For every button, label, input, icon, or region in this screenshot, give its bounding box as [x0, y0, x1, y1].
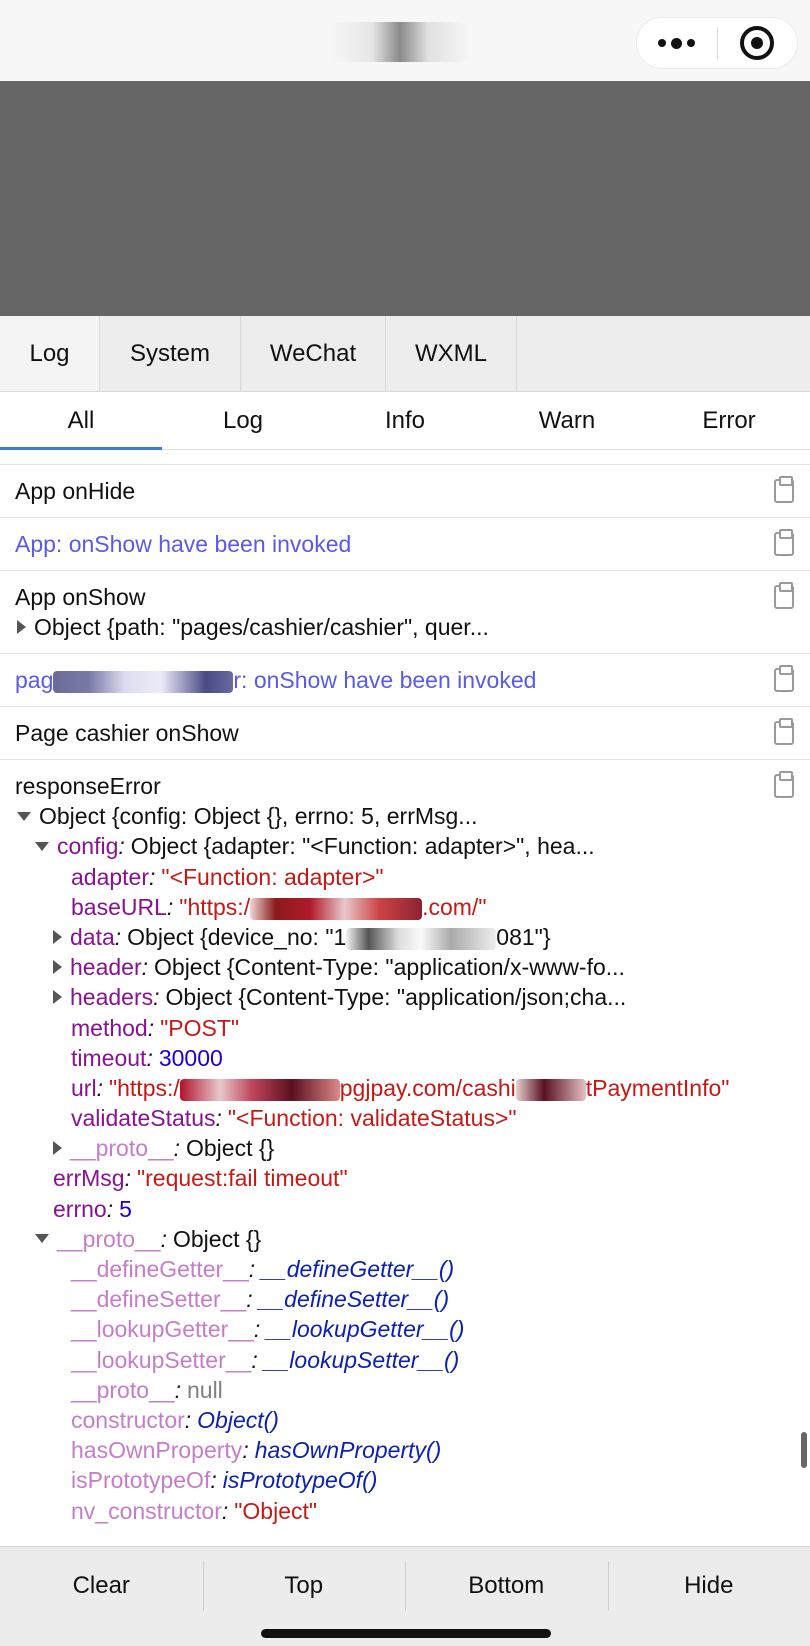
tree-node[interactable]: __proto__: Object {} [35, 1224, 750, 1254]
log-row-partial [0, 451, 810, 465]
tab-wxml[interactable]: WXML [386, 316, 517, 391]
copy-icon[interactable] [774, 476, 794, 503]
expand-arrow-icon[interactable] [53, 990, 62, 1005]
record-target-icon [740, 26, 775, 60]
copy-icon[interactable] [774, 771, 794, 799]
collapse-arrow-icon[interactable] [35, 841, 49, 851]
top-button[interactable]: Top [202, 1547, 406, 1625]
expand-arrow-icon[interactable] [17, 619, 26, 634]
tree-node[interactable]: headers: Object {Content-Type: "applicati… [53, 982, 750, 1012]
log-row: App onShow Object {path: "pages/cashier/… [0, 571, 810, 655]
filter-error[interactable]: Error [648, 392, 810, 449]
expand-arrow-icon[interactable] [53, 1141, 62, 1156]
log-row: App: onShow have been invoked [0, 518, 810, 571]
bottom-button[interactable]: Bottom [405, 1547, 608, 1625]
nav-title-redacted [330, 22, 470, 62]
tree-prop: __lookupSetter__: __lookupSetter__() [71, 1346, 460, 1373]
redacted-text [346, 927, 497, 950]
clear-button[interactable]: Clear [0, 1547, 203, 1625]
home-indicator[interactable] [261, 1629, 551, 1638]
copy-icon[interactable] [774, 665, 794, 693]
redacted-text [250, 897, 423, 920]
copy-icon[interactable] [774, 529, 794, 556]
redacted-text [53, 671, 234, 694]
tab-system[interactable]: System [100, 316, 241, 391]
tree-node[interactable]: __proto__: Object {} [53, 1133, 750, 1163]
log-filter-tabs: All Log Info Warn Error [0, 392, 810, 450]
more-dots-icon [658, 37, 696, 49]
vconsole-main-tabs: Log System WeChat WXML [0, 316, 810, 392]
tree-prop: hasOwnProperty: hasOwnProperty() [71, 1437, 442, 1464]
tree-prop: baseURL: "https:/.com/" [71, 893, 487, 920]
copy-icon[interactable] [774, 718, 794, 746]
tree-prop: __defineSetter__: __defineSetter__() [71, 1286, 450, 1313]
tree-node-root[interactable]: Object {config: Object {}, errno: 5, err… [17, 801, 750, 831]
log-text-suffix: r: onShow have been invoked [233, 667, 537, 694]
collapse-arrow-icon[interactable] [17, 811, 31, 821]
tree-node[interactable]: Object {path: "pages/cashier/cashier", q… [17, 612, 750, 642]
log-row-error-object: responseError Object {config: Object {},… [0, 760, 810, 1537]
log-text: responseError [15, 773, 161, 800]
tree-node[interactable]: data: Object {device_no: "1 081"} [53, 922, 750, 952]
tree-prop: __lookupGetter__: __lookupGetter__() [71, 1316, 465, 1343]
log-list[interactable]: App onHide App: onShow have been invoked… [0, 451, 810, 1546]
filter-warn[interactable]: Warn [486, 392, 648, 449]
copy-icon[interactable] [774, 582, 794, 609]
tree-prop: __defineGetter__: __defineGetter__() [71, 1256, 455, 1282]
tab-wechat[interactable]: WeChat [241, 316, 386, 391]
more-button[interactable] [637, 18, 717, 68]
tree-prop: isPrototypeOf: isPrototypeOf() [71, 1467, 378, 1494]
filter-log[interactable]: Log [162, 392, 324, 449]
expand-arrow-icon[interactable] [53, 929, 62, 944]
tree-prop: constructor: Object() [71, 1406, 279, 1433]
log-scrollbar[interactable] [801, 1432, 807, 1468]
tree-prop: url: "https:/pgjpay.com/cashi tPaymentInfo… [71, 1074, 730, 1101]
filter-all[interactable]: All [0, 392, 162, 450]
tree-prop: validateStatus: "<Function: validateStatu… [71, 1105, 517, 1132]
expand-arrow-icon[interactable] [53, 960, 62, 975]
tab-log[interactable]: Log [0, 316, 100, 391]
tree-node[interactable]: header: Object {Content-Type: "applicatio… [53, 952, 750, 982]
tree-prop: __proto__: null [71, 1376, 223, 1403]
log-text-prefix: pag [15, 667, 54, 694]
page-mask[interactable] [0, 81, 810, 316]
log-text: App onShow [15, 584, 146, 610]
log-row: Page cashier onShow [0, 707, 810, 761]
tree-prop: timeout: 30000 [71, 1044, 223, 1071]
capsule-menu [636, 17, 798, 69]
navigation-bar [0, 0, 810, 81]
redacted-text [179, 1078, 340, 1101]
close-miniprogram-button[interactable] [718, 18, 798, 68]
log-text: App: onShow have been invoked [15, 531, 352, 557]
tree-node-config[interactable]: config: Object {adapter: "<Function: adap… [35, 831, 750, 861]
redacted-text [515, 1078, 586, 1101]
tree-prop: method: "POST" [71, 1014, 240, 1041]
collapse-arrow-icon[interactable] [35, 1234, 49, 1244]
log-text: App onHide [15, 478, 136, 504]
hide-button[interactable]: Hide [607, 1547, 810, 1625]
log-row: App onHide [0, 465, 810, 518]
tree-prop: nv_constructor: "Object" [71, 1497, 318, 1524]
log-row: pag r: onShow have been invoked [0, 654, 810, 708]
filter-info[interactable]: Info [324, 392, 486, 449]
tree-prop: errno: 5 [53, 1195, 132, 1222]
log-text: Page cashier onShow [15, 720, 239, 747]
tree-prop: adapter: "<Function: adapter>" [71, 863, 384, 890]
tree-prop: errMsg: "request:fail timeout" [53, 1165, 348, 1192]
